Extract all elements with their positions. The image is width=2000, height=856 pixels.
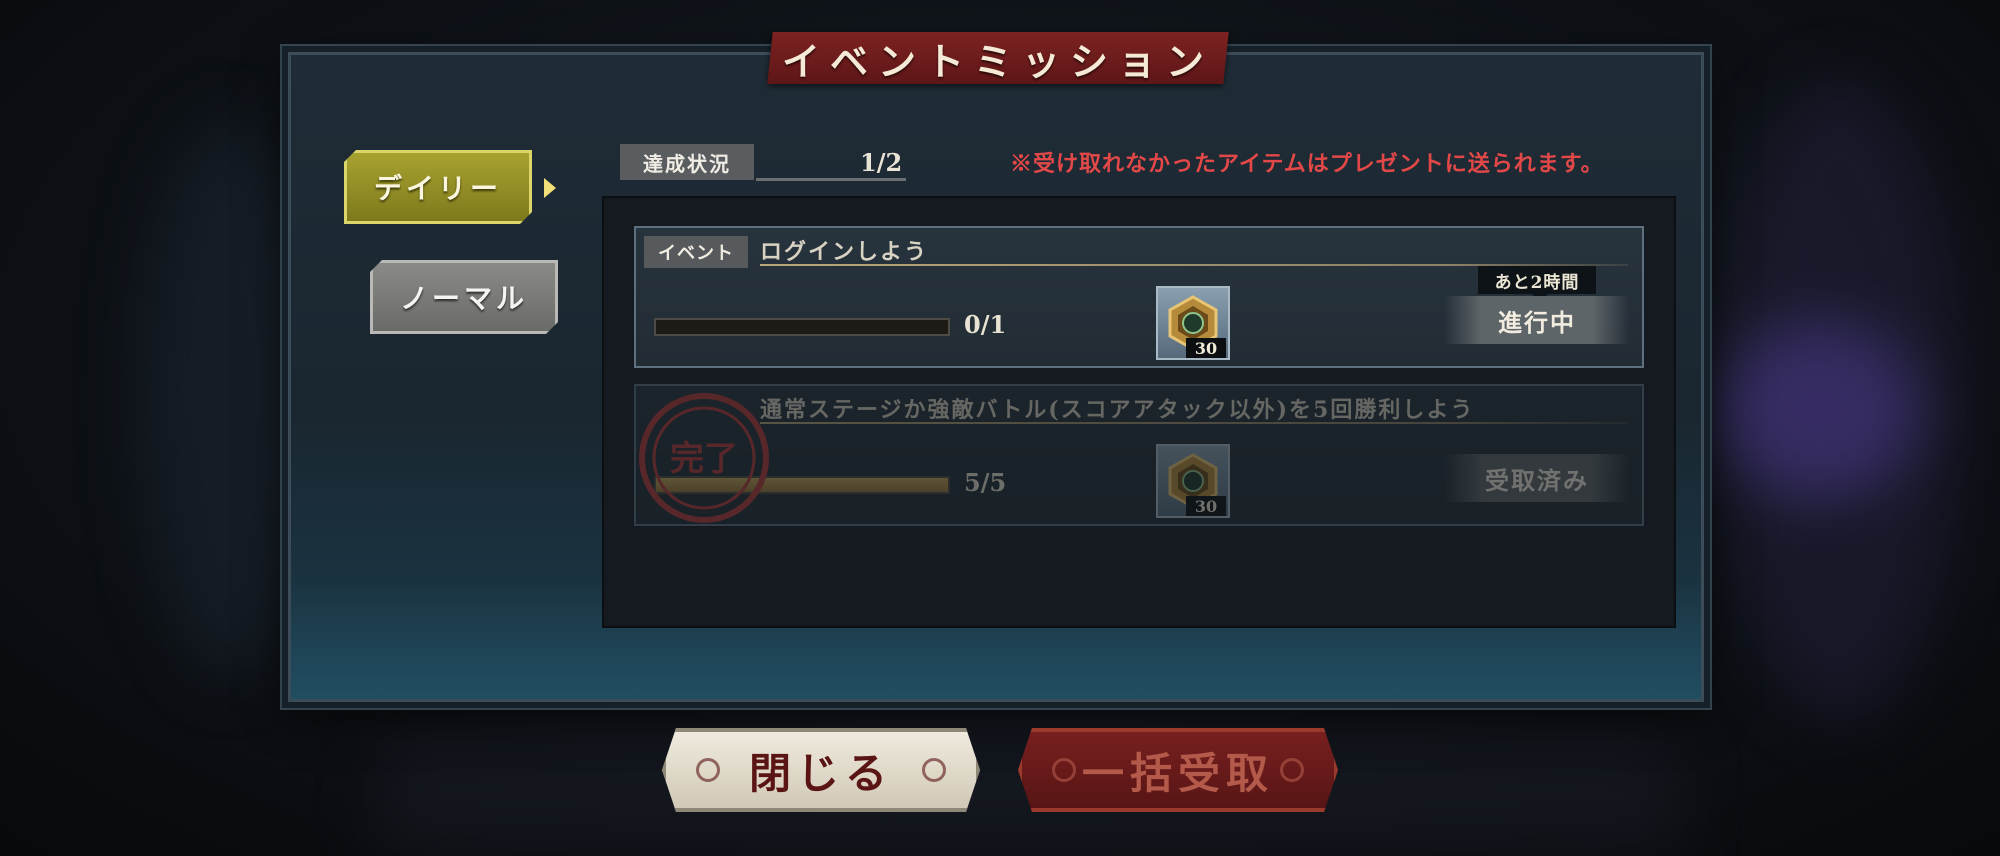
achievement-status-value: 1/2 xyxy=(860,147,903,177)
button-ornament-icon xyxy=(696,758,720,782)
button-ornament-icon xyxy=(922,758,946,782)
button-ornament-icon xyxy=(1052,758,1076,782)
mission-row: イベント ログインしよう 0/1 30 あと2時間 進行中 xyxy=(634,226,1644,368)
claim-all-button[interactable]: 一括受取 xyxy=(1018,728,1338,812)
tab-normal[interactable]: ノーマル xyxy=(370,260,558,334)
mission-state-button[interactable]: 受取済み xyxy=(1444,454,1630,502)
stamp-text: 完了 xyxy=(670,439,738,479)
mission-state-button[interactable]: 進行中 xyxy=(1444,296,1630,344)
mission-progress-text: 5/5 xyxy=(964,468,1007,497)
tab-daily[interactable]: デイリー xyxy=(344,150,532,224)
mission-name: ログインしよう xyxy=(760,239,929,265)
completed-stamp-icon: 完了 xyxy=(639,393,769,523)
mission-progress-text: 0/1 xyxy=(964,310,1007,339)
mission-category-tag: イベント xyxy=(644,236,748,268)
dialog-title: イベントミッション xyxy=(781,38,1214,84)
reward-item[interactable]: 30 xyxy=(1156,286,1230,360)
mission-row: 通常ステージか強敵バトル(スコアアタック以外)を5回勝利しよう 5/5 30 受… xyxy=(634,384,1644,526)
reward-quantity: 30 xyxy=(1186,338,1226,358)
mission-name: 通常ステージか強敵バトル(スコアアタック以外)を5回勝利しよう xyxy=(760,397,1475,423)
time-remaining-badge: あと2時間 xyxy=(1478,266,1596,302)
tab-selected-arrow-icon xyxy=(544,178,556,198)
mission-name-underline xyxy=(760,422,1628,424)
reward-quantity: 30 xyxy=(1186,496,1226,516)
present-notice: ※受け取れなかったアイテムはプレゼントに送られます。 xyxy=(1010,151,1604,177)
reward-item[interactable]: 30 xyxy=(1156,444,1230,518)
close-button[interactable]: 閉じる xyxy=(662,728,980,812)
button-ornament-icon xyxy=(1280,758,1304,782)
claim-all-button-label: 一括受取 xyxy=(1081,748,1274,798)
mission-progress-bar xyxy=(654,318,950,336)
achievement-status-label: 達成状況 xyxy=(620,144,754,180)
background-blur-purple xyxy=(1720,320,1920,500)
close-button-label: 閉じる xyxy=(748,748,893,798)
